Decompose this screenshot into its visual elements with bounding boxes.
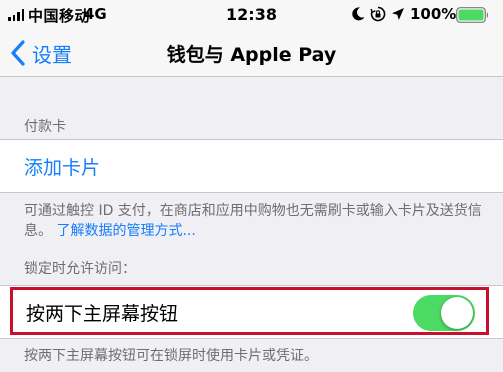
learn-data-management-link[interactable]: 了解数据的管理方式... bbox=[56, 223, 195, 239]
lock-screen-access-header: 锁定时允许访问： bbox=[24, 261, 136, 277]
battery-icon bbox=[456, 7, 489, 23]
double-click-home-toggle[interactable] bbox=[413, 295, 475, 331]
moon-icon bbox=[352, 7, 365, 21]
add-card-label: 添加卡片 bbox=[24, 157, 101, 179]
page-title: 钱包与 Apple Pay bbox=[166, 44, 337, 66]
double-click-home-label: 按两下主屏幕按钮 bbox=[26, 303, 179, 325]
wallet-settings-screen: 中国移动 4G 12:38 100% 设置 钱包与 Apple Pay 付款卡 … bbox=[0, 0, 503, 372]
payment-cards-header: 付款卡 bbox=[24, 119, 66, 135]
battery-percent: 100% bbox=[410, 5, 457, 23]
add-card-button[interactable]: 添加卡片 bbox=[0, 139, 503, 193]
lock-rotation-icon bbox=[370, 6, 386, 22]
location-icon bbox=[392, 8, 404, 20]
navigation-bar: 设置 钱包与 Apple Pay bbox=[0, 30, 503, 77]
double-click-home-footer: 按两下主屏幕按钮可在锁屏时使用卡片或凭证。 bbox=[24, 348, 318, 364]
toggle-knob bbox=[441, 297, 473, 329]
payment-cards-footer: 可通过触控 ID 支付，在商店和应用中购物也无需刷卡或输入卡片及送货信息。 了解… bbox=[24, 201, 484, 241]
status-bar: 中国移动 4G 12:38 100% bbox=[0, 0, 503, 30]
double-click-home-row: 按两下主屏幕按钮 bbox=[0, 285, 503, 339]
